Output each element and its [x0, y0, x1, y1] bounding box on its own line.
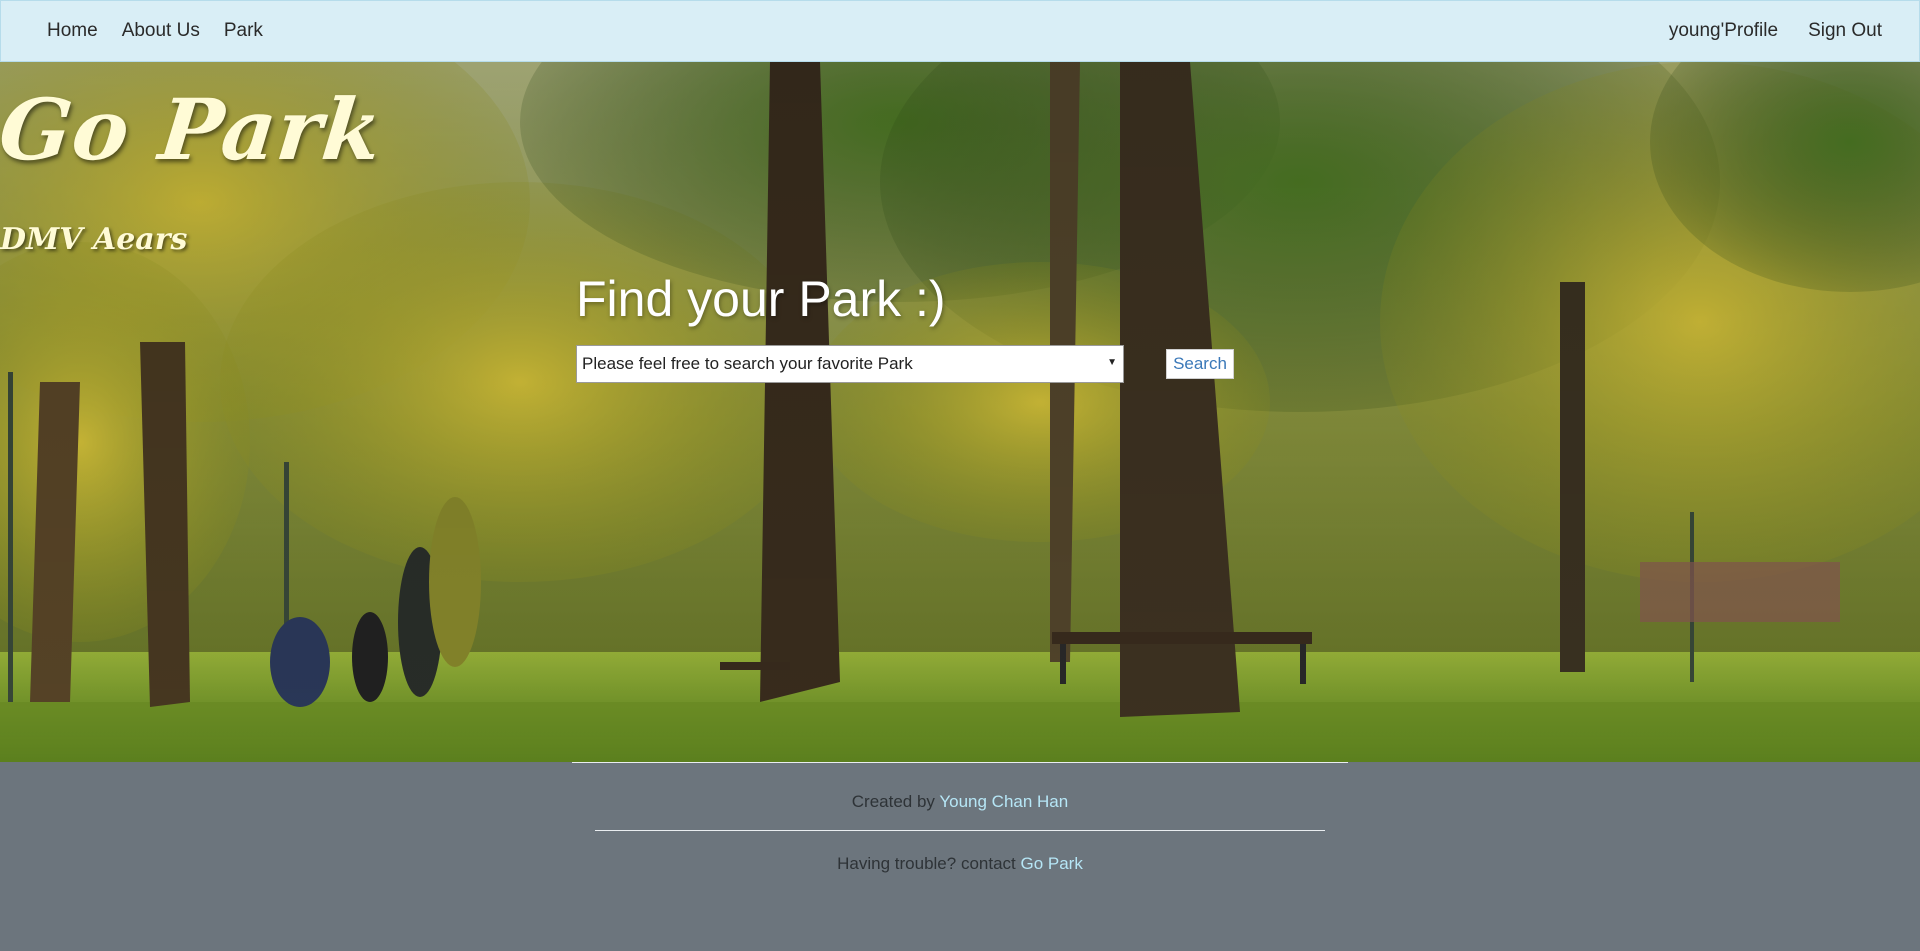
- footer-divider-middle: [595, 830, 1325, 831]
- footer: Created by Young Chan Han Having trouble…: [0, 762, 1920, 951]
- footer-divider-top: [572, 762, 1348, 763]
- nav-profile-link[interactable]: young'Profile: [1654, 20, 1793, 42]
- nav-about-us-link[interactable]: About Us: [110, 20, 212, 42]
- footer-created-prefix: Created by: [851, 792, 940, 811]
- brand-subtitle: DMV Aears: [0, 222, 188, 257]
- brand-title: Go Park: [0, 80, 388, 179]
- nav-right-group: young'Profile Sign Out: [1654, 1, 1897, 61]
- footer-contact: Having trouble? contact Go Park: [0, 854, 1920, 874]
- contact-go-park-link[interactable]: Go Park: [1020, 854, 1082, 873]
- nav-park-link[interactable]: Park: [212, 20, 275, 42]
- park-search-selected-value: Please feel free to search your favorite…: [582, 354, 913, 373]
- top-navbar: Home About Us Park young'Profile Sign Ou…: [0, 0, 1920, 62]
- find-park-heading: Find your Park :): [576, 271, 946, 327]
- park-search-select[interactable]: Please feel free to search your favorite…: [576, 345, 1124, 383]
- hero-banner: Go Park DMV Aears Find your Park :) Plea…: [0, 62, 1920, 762]
- search-button[interactable]: Search: [1166, 349, 1234, 379]
- author-link[interactable]: Young Chan Han: [939, 792, 1068, 811]
- footer-created-by: Created by Young Chan Han: [0, 792, 1920, 812]
- footer-contact-prefix: Having trouble? contact: [837, 854, 1021, 873]
- chevron-down-icon: ▼: [1107, 357, 1117, 368]
- nav-left-group: Home About Us Park: [35, 1, 275, 61]
- nav-sign-out-link[interactable]: Sign Out: [1793, 20, 1897, 42]
- nav-home-link[interactable]: Home: [35, 20, 110, 42]
